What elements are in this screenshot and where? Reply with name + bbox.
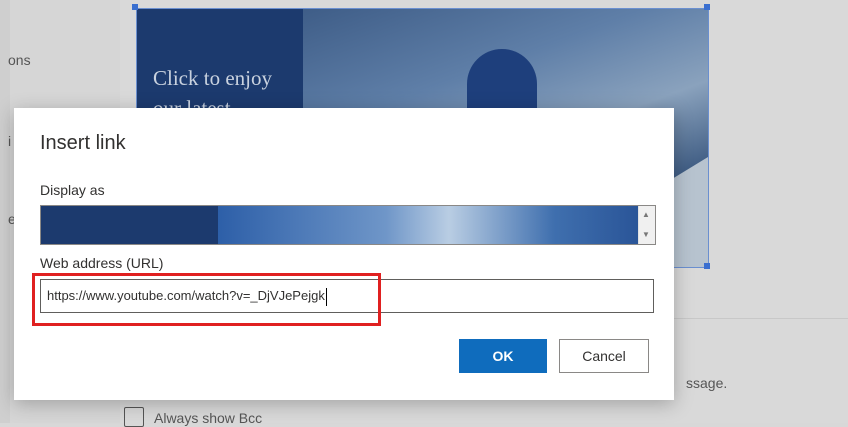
resize-handle[interactable] [132,4,138,10]
cancel-button[interactable]: Cancel [559,339,649,373]
always-show-bcc-checkbox[interactable] [124,407,144,427]
url-input[interactable]: https://www.youtube.com/watch?v=_DjVJePe… [40,279,654,313]
sidebar-text-2: i [8,133,12,149]
scroll-up-icon[interactable]: ▲ [642,211,650,219]
display-thumb-image [218,206,638,244]
display-as-label: Display as [40,182,105,198]
display-thumb-panel [41,206,218,244]
display-as-field[interactable]: ▲ ▼ [40,205,656,245]
always-show-bcc-label: Always show Bcc [154,410,263,426]
scroll-down-icon[interactable]: ▼ [642,231,650,239]
url-value: https://www.youtube.com/watch?v=_DjVJePe… [47,288,325,303]
message-fragment: ssage. [686,375,728,391]
ok-button[interactable]: OK [459,339,547,373]
dialog-title: Insert link [40,132,126,154]
url-label: Web address (URL) [40,255,164,271]
display-scrollbar[interactable]: ▲ ▼ [638,206,655,244]
resize-handle[interactable] [704,4,710,10]
insert-link-dialog: Insert link Display as ▲ ▼ Web address (… [14,108,674,400]
resize-handle[interactable] [704,263,710,269]
text-caret [325,287,327,306]
sidebar-text-1: ons [8,52,31,68]
